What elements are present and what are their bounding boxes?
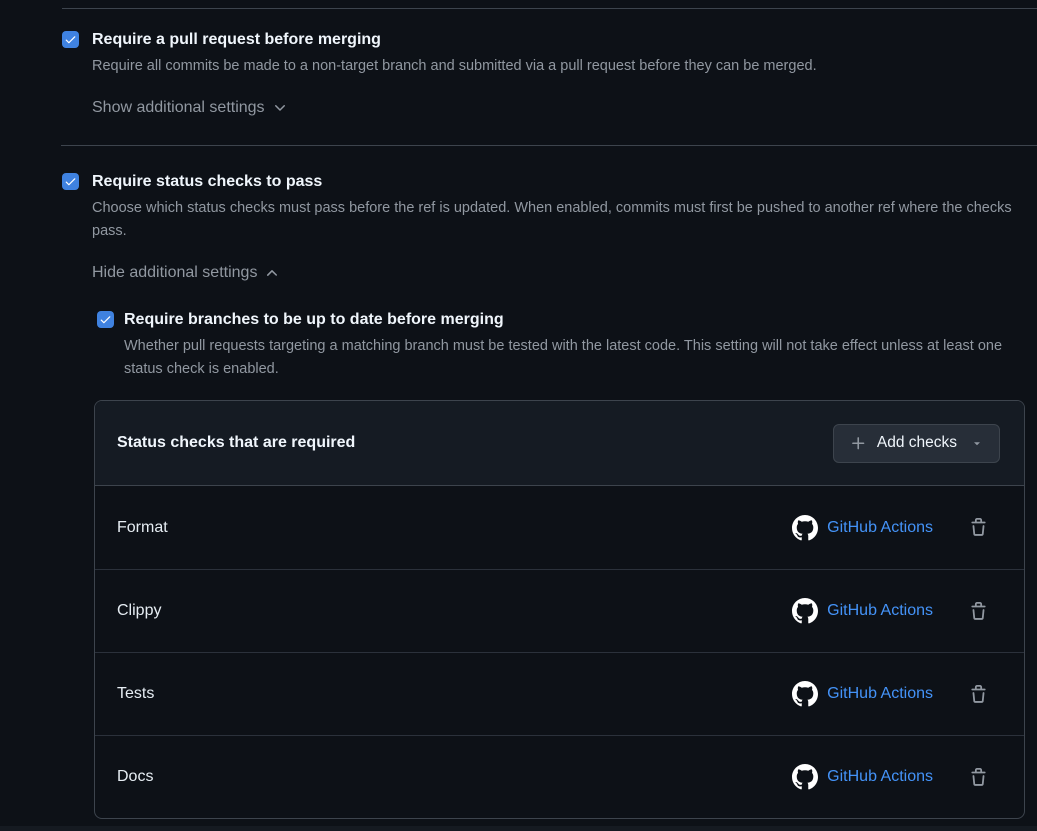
plus-icon — [850, 435, 867, 452]
require-up-to-date-checkbox[interactable] — [97, 311, 114, 328]
trash-icon — [969, 602, 988, 621]
remove-check-button[interactable] — [969, 768, 988, 787]
check-icon — [99, 313, 112, 326]
remove-check-button[interactable] — [969, 518, 988, 537]
setting-description: Choose which status checks must pass bef… — [92, 197, 1030, 243]
setting-title: Require status checks to pass — [92, 171, 1030, 193]
show-additional-settings-toggle[interactable]: Show additional settings — [92, 99, 288, 117]
status-check-name: Clippy — [117, 602, 161, 620]
status-check-row: Format GitHub Actions — [95, 486, 1024, 569]
status-check-row: Docs GitHub Actions — [95, 735, 1024, 818]
github-actions-link[interactable]: GitHub Actions — [827, 602, 933, 620]
github-actions-link[interactable]: GitHub Actions — [827, 519, 933, 537]
setting-title: Require a pull request before merging — [92, 29, 992, 51]
triangle-down-icon — [971, 437, 983, 449]
github-mark-icon — [792, 515, 818, 541]
add-checks-button[interactable]: Add checks — [833, 424, 1000, 463]
chevron-down-icon — [272, 100, 288, 116]
panel-title: Status checks that are required — [117, 434, 355, 452]
section-divider — [61, 145, 1037, 146]
require-status-checks-checkbox[interactable] — [62, 173, 79, 190]
status-checks-panel-header: Status checks that are required Add chec… — [95, 401, 1024, 486]
hide-additional-settings-toggle[interactable]: Hide additional settings — [92, 264, 280, 282]
trash-icon — [969, 768, 988, 787]
github-actions-link[interactable]: GitHub Actions — [827, 685, 933, 703]
next-section-edge — [0, 826, 1037, 831]
status-checks-panel: Status checks that are required Add chec… — [94, 400, 1025, 819]
status-check-row: Tests GitHub Actions — [95, 652, 1024, 735]
github-actions-link[interactable]: GitHub Actions — [827, 768, 933, 786]
check-icon — [64, 33, 77, 46]
toggle-label: Hide additional settings — [92, 264, 257, 282]
trash-icon — [969, 518, 988, 537]
trash-icon — [969, 685, 988, 704]
check-icon — [64, 175, 77, 188]
require-pull-request-checkbox[interactable] — [62, 31, 79, 48]
setting-title: Require branches to be up to date before… — [124, 309, 1026, 331]
setting-require-status-checks: Require status checks to pass Choose whi… — [62, 171, 1030, 282]
branch-protection-settings-page: Require a pull request before merging Re… — [0, 0, 1037, 831]
add-checks-label: Add checks — [877, 434, 957, 452]
status-check-name: Docs — [117, 768, 153, 786]
chevron-up-icon — [264, 265, 280, 281]
section-divider — [62, 8, 1037, 9]
github-mark-icon — [792, 598, 818, 624]
setting-require-pull-request: Require a pull request before merging Re… — [62, 29, 992, 117]
setting-require-up-to-date: Require branches to be up to date before… — [97, 309, 1026, 381]
remove-check-button[interactable] — [969, 602, 988, 621]
status-check-name: Tests — [117, 685, 154, 703]
github-mark-icon — [792, 681, 818, 707]
status-check-name: Format — [117, 519, 168, 537]
github-mark-icon — [792, 764, 818, 790]
setting-description: Require all commits be made to a non-tar… — [92, 55, 992, 78]
status-check-row: Clippy GitHub Actions — [95, 569, 1024, 652]
setting-description: Whether pull requests targeting a matchi… — [124, 335, 1026, 381]
remove-check-button[interactable] — [969, 685, 988, 704]
toggle-label: Show additional settings — [92, 99, 265, 117]
